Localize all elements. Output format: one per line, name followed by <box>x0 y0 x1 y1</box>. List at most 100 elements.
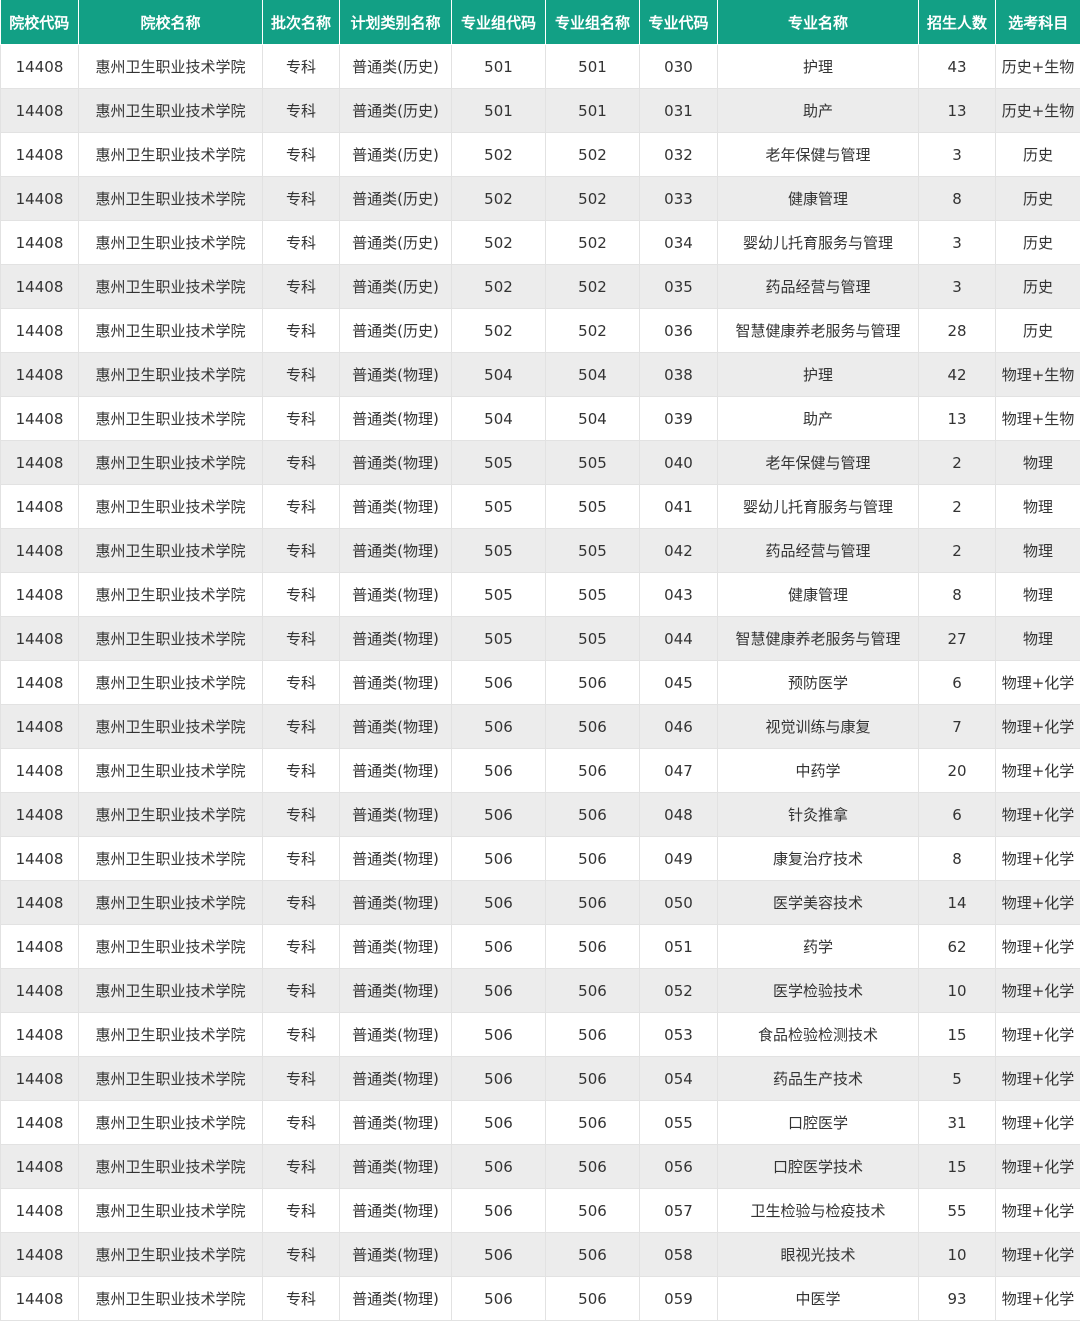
cell-major-name: 医学美容技术 <box>718 881 919 925</box>
cell-batch-name: 专科 <box>263 1145 340 1189</box>
cell-required-subjects: 历史+生物 <box>996 45 1080 89</box>
cell-enrollment-count: 55 <box>919 1189 996 1233</box>
cell-enrollment-count: 10 <box>919 969 996 1013</box>
cell-school-name: 惠州卫生职业技术学院 <box>79 485 263 529</box>
cell-major-group-code: 505 <box>452 441 546 485</box>
cell-enrollment-count: 3 <box>919 265 996 309</box>
cell-plan-category: 普通类(历史) <box>340 133 452 177</box>
cell-school-name: 惠州卫生职业技术学院 <box>79 89 263 133</box>
cell-plan-category: 普通类(历史) <box>340 265 452 309</box>
cell-major-name: 护理 <box>718 353 919 397</box>
cell-enrollment-count: 2 <box>919 485 996 529</box>
cell-school-code: 14408 <box>1 1013 79 1057</box>
cell-enrollment-count: 15 <box>919 1145 996 1189</box>
table-row: 14408惠州卫生职业技术学院专科普通类(物理)506506049康复治疗技术8… <box>1 837 1080 881</box>
cell-major-name: 口腔医学 <box>718 1101 919 1145</box>
column-header-major-group-name: 专业组名称 <box>546 0 640 45</box>
cell-major-group-name: 502 <box>546 177 640 221</box>
cell-plan-category: 普通类(物理) <box>340 969 452 1013</box>
cell-major-code: 050 <box>640 881 718 925</box>
cell-school-code: 14408 <box>1 353 79 397</box>
cell-major-group-code: 505 <box>452 617 546 661</box>
cell-required-subjects: 物理+化学 <box>996 1277 1080 1321</box>
cell-major-code: 032 <box>640 133 718 177</box>
cell-school-name: 惠州卫生职业技术学院 <box>79 353 263 397</box>
table-row: 14408惠州卫生职业技术学院专科普通类(物理)506506053食品检验检测技… <box>1 1013 1080 1057</box>
cell-required-subjects: 历史 <box>996 265 1080 309</box>
cell-major-name: 智慧健康养老服务与管理 <box>718 617 919 661</box>
cell-plan-category: 普通类(物理) <box>340 617 452 661</box>
cell-school-name: 惠州卫生职业技术学院 <box>79 1101 263 1145</box>
cell-major-code: 049 <box>640 837 718 881</box>
cell-major-code: 059 <box>640 1277 718 1321</box>
cell-major-group-code: 506 <box>452 1189 546 1233</box>
cell-enrollment-count: 2 <box>919 441 996 485</box>
cell-batch-name: 专科 <box>263 969 340 1013</box>
cell-batch-name: 专科 <box>263 705 340 749</box>
cell-major-group-code: 506 <box>452 837 546 881</box>
cell-major-code: 039 <box>640 397 718 441</box>
cell-major-name: 婴幼儿托育服务与管理 <box>718 485 919 529</box>
table-row: 14408惠州卫生职业技术学院专科普通类(物理)506506046视觉训练与康复… <box>1 705 1080 749</box>
cell-major-name: 视觉训练与康复 <box>718 705 919 749</box>
cell-major-name: 药学 <box>718 925 919 969</box>
cell-major-group-code: 506 <box>452 1013 546 1057</box>
cell-plan-category: 普通类(历史) <box>340 177 452 221</box>
table-row: 14408惠州卫生职业技术学院专科普通类(历史)502502033健康管理8历史 <box>1 177 1080 221</box>
cell-major-group-name: 506 <box>546 705 640 749</box>
cell-enrollment-count: 28 <box>919 309 996 353</box>
cell-school-code: 14408 <box>1 969 79 1013</box>
cell-major-group-code: 506 <box>452 793 546 837</box>
table-row: 14408惠州卫生职业技术学院专科普通类(物理)506506055口腔医学31物… <box>1 1101 1080 1145</box>
cell-batch-name: 专科 <box>263 837 340 881</box>
cell-major-code: 058 <box>640 1233 718 1277</box>
cell-plan-category: 普通类(物理) <box>340 1057 452 1101</box>
cell-major-code: 053 <box>640 1013 718 1057</box>
cell-required-subjects: 物理 <box>996 573 1080 617</box>
cell-major-group-name: 506 <box>546 1013 640 1057</box>
cell-school-name: 惠州卫生职业技术学院 <box>79 1189 263 1233</box>
cell-batch-name: 专科 <box>263 661 340 705</box>
cell-enrollment-count: 13 <box>919 397 996 441</box>
cell-required-subjects: 物理+化学 <box>996 661 1080 705</box>
cell-batch-name: 专科 <box>263 529 340 573</box>
cell-major-group-name: 501 <box>546 45 640 89</box>
table-row: 14408惠州卫生职业技术学院专科普通类(物理)505505041婴幼儿托育服务… <box>1 485 1080 529</box>
column-header-major-group-code: 专业组代码 <box>452 0 546 45</box>
cell-enrollment-count: 31 <box>919 1101 996 1145</box>
cell-batch-name: 专科 <box>263 1013 340 1057</box>
cell-batch-name: 专科 <box>263 177 340 221</box>
cell-school-code: 14408 <box>1 661 79 705</box>
cell-major-code: 047 <box>640 749 718 793</box>
cell-batch-name: 专科 <box>263 1057 340 1101</box>
cell-batch-name: 专科 <box>263 749 340 793</box>
table-row: 14408惠州卫生职业技术学院专科普通类(历史)502502032老年保健与管理… <box>1 133 1080 177</box>
header-row: 院校代码院校名称批次名称计划类别名称专业组代码专业组名称专业代码专业名称招生人数… <box>1 0 1080 45</box>
cell-school-name: 惠州卫生职业技术学院 <box>79 441 263 485</box>
cell-major-group-name: 506 <box>546 793 640 837</box>
cell-major-group-name: 506 <box>546 1101 640 1145</box>
cell-school-code: 14408 <box>1 925 79 969</box>
cell-enrollment-count: 6 <box>919 793 996 837</box>
cell-major-group-name: 504 <box>546 353 640 397</box>
cell-major-group-name: 502 <box>546 133 640 177</box>
cell-batch-name: 专科 <box>263 1101 340 1145</box>
cell-enrollment-count: 6 <box>919 661 996 705</box>
cell-enrollment-count: 7 <box>919 705 996 749</box>
cell-batch-name: 专科 <box>263 133 340 177</box>
cell-major-group-name: 506 <box>546 881 640 925</box>
cell-major-group-name: 506 <box>546 969 640 1013</box>
cell-major-code: 055 <box>640 1101 718 1145</box>
cell-major-group-code: 506 <box>452 969 546 1013</box>
cell-batch-name: 专科 <box>263 793 340 837</box>
cell-major-group-code: 506 <box>452 1277 546 1321</box>
cell-major-group-code: 506 <box>452 1145 546 1189</box>
cell-major-name: 眼视光技术 <box>718 1233 919 1277</box>
cell-plan-category: 普通类(物理) <box>340 397 452 441</box>
cell-required-subjects: 物理+化学 <box>996 749 1080 793</box>
cell-enrollment-count: 93 <box>919 1277 996 1321</box>
cell-enrollment-count: 8 <box>919 177 996 221</box>
cell-batch-name: 专科 <box>263 1189 340 1233</box>
cell-major-code: 051 <box>640 925 718 969</box>
cell-school-name: 惠州卫生职业技术学院 <box>79 1013 263 1057</box>
